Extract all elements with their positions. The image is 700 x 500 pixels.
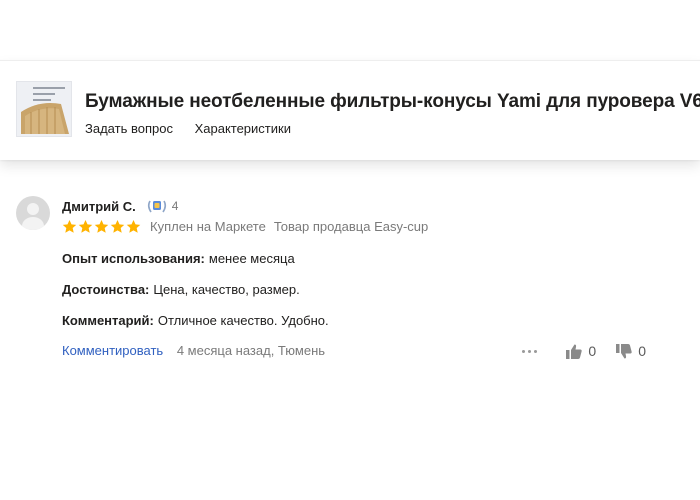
ask-question-link[interactable]: Задать вопрос xyxy=(85,121,173,136)
thumbs-down-icon xyxy=(616,343,632,358)
seller-label: Товар продавца Easy-cup xyxy=(273,219,429,234)
usage-label: Опыт использования: xyxy=(62,251,205,266)
product-header: Бумажные неотбеленные фильтры-конусы Yam… xyxy=(0,60,700,160)
pros-field: Достоинства: Цена, качество, размер. xyxy=(62,282,300,297)
purchased-label: Куплен на Маркете xyxy=(150,219,266,234)
dislike-count: 0 xyxy=(638,343,646,359)
comment-field: Комментарий: Отличное качество. Удобно. xyxy=(62,313,329,328)
usage-field: Опыт использования: менее месяца xyxy=(62,251,295,266)
laurel-badge-icon xyxy=(146,198,168,214)
star-icon xyxy=(110,219,125,233)
star-icon xyxy=(62,219,77,233)
review-footer: Комментировать 4 месяца назад, Тюмень 0 … xyxy=(62,343,686,363)
product-thumbnail[interactable] xyxy=(16,81,72,137)
star-icon xyxy=(126,219,141,233)
thumbs-up-icon xyxy=(566,344,583,359)
avatar[interactable] xyxy=(16,196,50,230)
characteristics-link[interactable]: Характеристики xyxy=(195,121,291,136)
date-city: 4 месяца назад, Тюмень xyxy=(176,343,326,358)
comment-link[interactable]: Комментировать xyxy=(62,343,163,358)
author-name[interactable]: Дмитрий С. xyxy=(62,199,136,214)
rating-stars xyxy=(62,219,142,234)
comment-label: Комментарий: xyxy=(62,313,154,328)
author-row: Дмитрий С. 4 xyxy=(62,198,178,214)
product-title: Бумажные неотбеленные фильтры-конусы Yam… xyxy=(85,91,700,112)
filter-cone-image xyxy=(21,103,69,134)
pros-label: Достоинства: xyxy=(62,282,150,297)
review-actions: 0 0 xyxy=(522,343,646,359)
badge-count: 4 xyxy=(171,199,179,213)
star-icon xyxy=(78,219,93,233)
like-button[interactable]: 0 xyxy=(566,343,596,359)
usage-value: менее месяца xyxy=(208,251,295,266)
star-icon xyxy=(94,219,109,233)
comment-value: Отличное качество. Удобно. xyxy=(157,313,329,328)
pros-value: Цена, качество, размер. xyxy=(153,282,300,297)
dislike-button[interactable]: 0 xyxy=(616,343,646,359)
product-links: Задать вопрос Характеристики xyxy=(85,121,309,136)
like-count: 0 xyxy=(588,343,597,359)
rating-row: Куплен на Маркете Товар продавца Easy-cu… xyxy=(62,219,428,234)
more-options-icon[interactable] xyxy=(522,349,540,353)
